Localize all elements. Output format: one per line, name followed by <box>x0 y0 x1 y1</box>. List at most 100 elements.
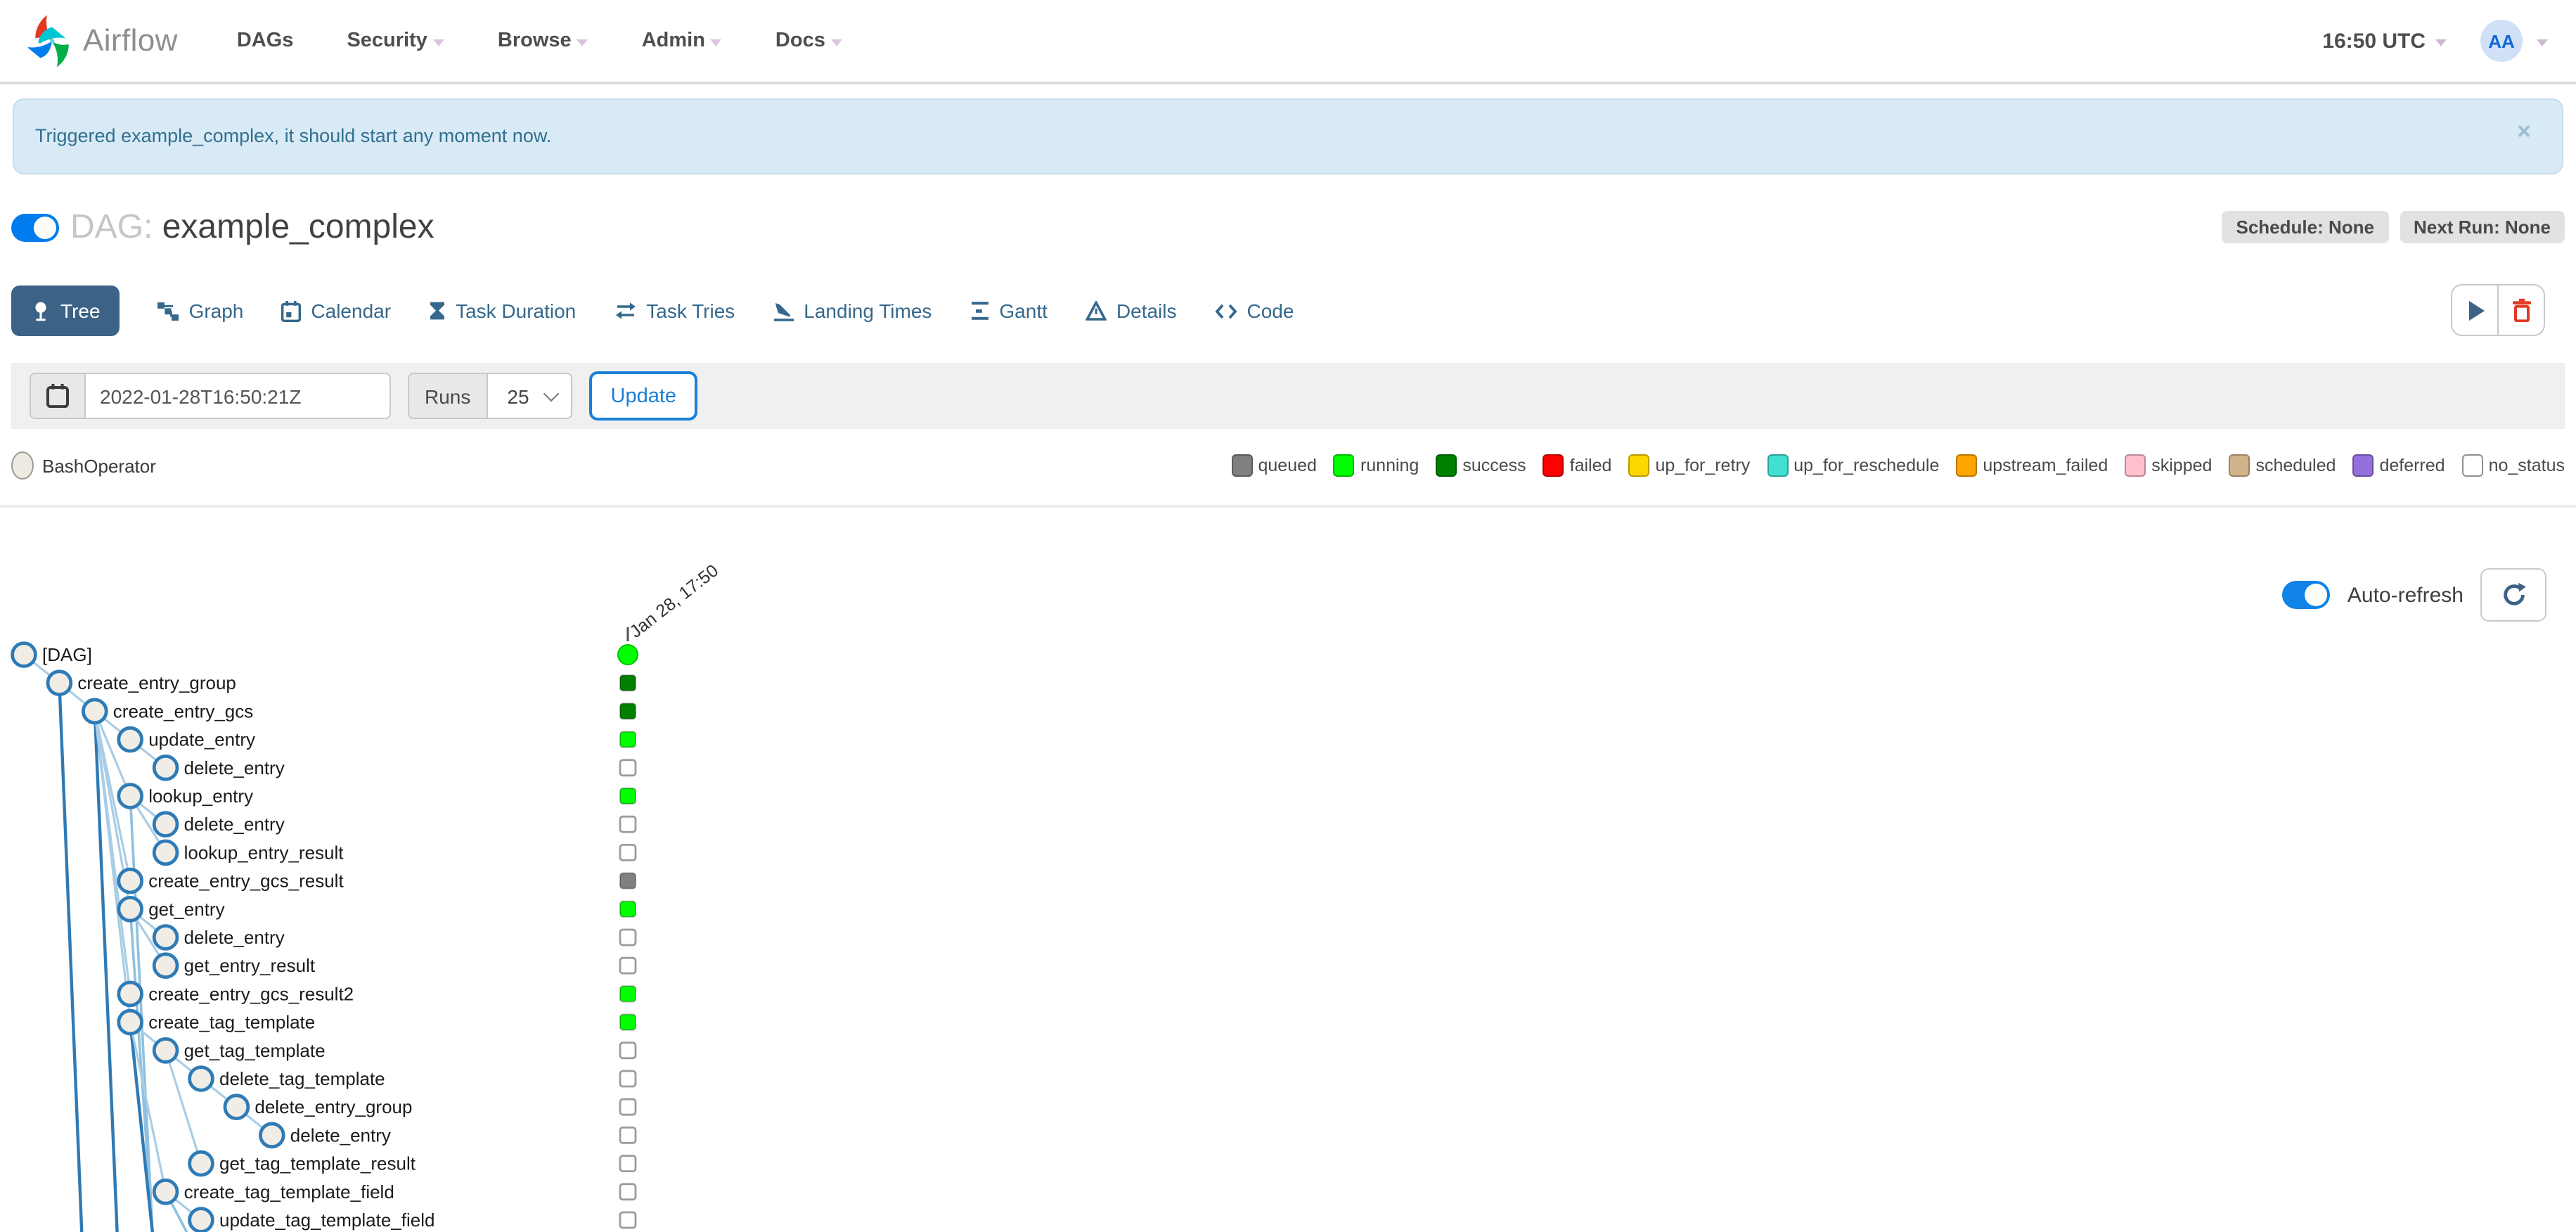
task-node-circle[interactable] <box>152 811 179 838</box>
task-status-square[interactable] <box>619 1183 637 1201</box>
nav-item-dags[interactable]: DAGs <box>237 30 294 52</box>
task-status-square[interactable] <box>619 985 636 1003</box>
run-date-label: Jan 28, 17:50 <box>626 560 722 641</box>
legend-status-scheduled: scheduled <box>2229 454 2336 477</box>
legend-status-upstream_failed: upstream_failed <box>1956 454 2108 477</box>
status-label: up_for_retry <box>1655 456 1751 475</box>
tab-landing-times[interactable]: Landing Times <box>773 300 932 322</box>
nav-item-admin[interactable]: Admin <box>642 30 722 52</box>
task-status-square[interactable] <box>619 872 636 890</box>
task-status-square[interactable] <box>619 759 637 777</box>
task-node-circle[interactable] <box>11 641 37 668</box>
task-status-square[interactable] <box>619 1127 637 1144</box>
retries-icon <box>615 302 636 319</box>
clock-dropdown[interactable]: 16:50 UTC <box>2322 29 2447 53</box>
dag-run-status-circle[interactable] <box>617 644 638 665</box>
task-status-square[interactable] <box>619 674 636 692</box>
task-label: get_entry_result <box>184 955 316 976</box>
task-node-circle[interactable] <box>82 698 108 725</box>
chevron-down-icon[interactable] <box>2537 39 2548 46</box>
legend-status-queued: queued <box>1231 454 1317 477</box>
tree-icon <box>35 301 46 321</box>
trigger-dag-button[interactable] <box>2451 284 2499 336</box>
task-status-square[interactable] <box>619 1098 637 1116</box>
nav-item-browse[interactable]: Browse <box>498 30 588 52</box>
task-status-square[interactable] <box>619 702 636 720</box>
task-status-square[interactable] <box>619 928 637 947</box>
nav-item-security[interactable]: Security <box>347 30 444 52</box>
task-status-square[interactable] <box>619 815 637 833</box>
status-label: scheduled <box>2255 456 2336 475</box>
task-status-square[interactable] <box>619 1155 637 1172</box>
tab-details[interactable]: Details <box>1085 300 1177 322</box>
task-node-circle[interactable] <box>258 1122 285 1149</box>
close-icon[interactable]: × <box>2517 120 2531 143</box>
task-node-circle[interactable] <box>117 783 144 809</box>
tree-edge <box>58 683 84 1232</box>
tab-task-duration[interactable]: Task Duration <box>429 300 576 322</box>
task-node-circle[interactable] <box>152 1178 179 1205</box>
tree-edge <box>93 711 119 1232</box>
brand[interactable]: Airflow <box>28 14 178 68</box>
status-color-swatch <box>1767 454 1789 477</box>
base-date-input[interactable] <box>84 373 391 419</box>
schedule-badge: Schedule: None <box>2222 211 2388 243</box>
task-status-square[interactable] <box>619 1013 636 1031</box>
delete-dag-button[interactable] <box>2499 284 2545 336</box>
legend-status-up_for_retry: up_for_retry <box>1628 454 1750 477</box>
nav-item-docs[interactable]: Docs <box>775 30 842 52</box>
task-node-circle[interactable] <box>117 1008 144 1036</box>
calendar-icon <box>281 300 302 321</box>
task-node-circle[interactable] <box>152 952 179 979</box>
task-label: update_tag_template_field <box>219 1209 434 1231</box>
task-status-square[interactable] <box>619 788 636 804</box>
task-node-circle[interactable] <box>117 895 144 923</box>
task-node-circle[interactable] <box>152 924 179 951</box>
chevron-down-icon <box>432 39 444 46</box>
legend-status-success: success <box>1436 454 1526 477</box>
task-status-square[interactable] <box>619 843 637 861</box>
task-label: delete_entry <box>184 927 285 948</box>
tab-graph[interactable]: Graph <box>157 300 243 322</box>
task-node-circle[interactable] <box>46 669 73 697</box>
tab-code[interactable]: Code <box>1214 300 1294 322</box>
task-status-square[interactable] <box>619 1070 637 1088</box>
task-label: create_entry_gcs <box>113 700 253 721</box>
task-status-square[interactable] <box>619 731 636 748</box>
legend-status-deferred: deferred <box>2352 454 2445 477</box>
gantt-icon <box>971 302 988 320</box>
status-label: success <box>1462 456 1526 475</box>
task-label: lookup_entry <box>148 785 253 807</box>
task-node-circle[interactable] <box>223 1093 250 1120</box>
task-label: create_entry_gcs_result2 <box>148 983 354 1004</box>
tab-gantt[interactable]: Gantt <box>970 300 1048 322</box>
task-node-circle[interactable] <box>117 980 144 1008</box>
task-node-circle[interactable] <box>152 754 179 781</box>
chevron-down-icon <box>710 39 722 46</box>
tree-view: Jan 28, 17:50 [DAG] create_entry_group crea… <box>0 560 2576 1232</box>
task-status-square[interactable] <box>619 900 636 918</box>
task-node-circle[interactable] <box>188 1150 214 1177</box>
task-node-circle[interactable] <box>188 1065 214 1092</box>
task-status-square[interactable] <box>619 1041 637 1060</box>
task-node-circle[interactable] <box>188 1207 214 1232</box>
num-runs-select[interactable]: 25 <box>486 373 573 419</box>
status-color-swatch <box>2125 454 2146 477</box>
status-color-swatch <box>2461 454 2483 477</box>
task-node-circle[interactable] <box>117 726 144 753</box>
task-label: delete_tag_template <box>219 1068 385 1089</box>
tab-calendar[interactable]: Calendar <box>281 300 391 322</box>
tab-tree[interactable]: Tree <box>11 285 120 336</box>
task-node-circle[interactable] <box>152 839 179 866</box>
calendar-addon[interactable] <box>30 373 84 419</box>
task-status-square[interactable] <box>619 956 637 975</box>
task-node-circle[interactable] <box>117 867 144 894</box>
tab-task-tries[interactable]: Task Tries <box>614 300 735 322</box>
update-button[interactable]: Update <box>589 371 698 421</box>
avatar[interactable]: AA <box>2480 20 2523 62</box>
dag-pause-toggle[interactable] <box>11 214 59 242</box>
task-node-circle[interactable] <box>152 1037 179 1064</box>
task-status-square[interactable] <box>619 1211 637 1229</box>
dag-header: DAG: example_complex Schedule: None Next… <box>11 208 2565 248</box>
chevron-down-icon <box>543 385 560 402</box>
